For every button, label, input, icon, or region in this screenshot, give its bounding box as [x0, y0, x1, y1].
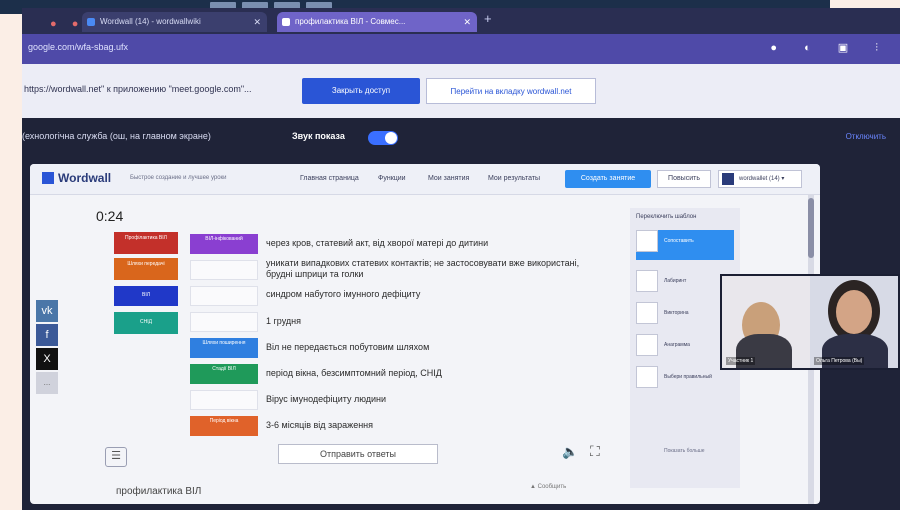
tagline: Быстрое создание и лучшее уроки [130, 175, 227, 181]
match-description: період вікна, безсимптомний період, СНІД [266, 368, 442, 378]
upgrade-button[interactable]: Повысить [657, 170, 711, 188]
close-icon[interactable]: ✕ [253, 12, 261, 32]
extension-icons[interactable]: ● ◐ ▣ ⫶ [770, 41, 890, 55]
show-more-link[interactable]: Показать больше [664, 448, 705, 454]
match-description: уникати випадкових статевих контактів; н… [266, 258, 580, 279]
drag-tile[interactable]: Шляхи передачі [114, 258, 178, 280]
more-share-icon[interactable]: ... [36, 372, 58, 394]
browser-tab-bar: ● ● Wordwall (14) - wordwallwiki ✕ профи… [22, 8, 900, 34]
participant-videos: Участник 1 Ольга Петрова (Вы) [720, 274, 900, 370]
meet-presentation-bar: (ехнологічна служба (ош, на главном экра… [22, 118, 900, 160]
meet-favicon-icon [282, 18, 290, 26]
new-tab-icon[interactable]: + [484, 11, 492, 26]
participant-face [836, 290, 872, 334]
window-controls[interactable]: ● ● [50, 18, 84, 30]
sound-label: Звук показа [292, 131, 345, 141]
participant-tile[interactable]: Участник 1 [722, 276, 810, 368]
panel-heading: Переключить шаблон [636, 214, 697, 220]
vk-share-icon[interactable]: vk [36, 300, 58, 322]
tab-wordwall[interactable]: Wordwall (14) - wordwallwiki ✕ [82, 12, 267, 32]
nav-my-activities[interactable]: Мои занятия [428, 175, 469, 182]
participant-name: Участник 1 [726, 357, 756, 365]
drop-slot[interactable] [190, 286, 258, 306]
template-option[interactable]: Сопоставить [636, 230, 734, 260]
logo-icon [42, 172, 54, 184]
fullscreen-icon[interactable]: ⛶ [590, 443, 600, 460]
x-share-icon[interactable]: X [36, 348, 58, 370]
drop-slot[interactable] [190, 390, 258, 410]
volume-icon[interactable]: 🔈 [562, 444, 578, 460]
match-description: 1 грудня [266, 316, 301, 326]
wordwall-shared-screen: Wordwall Быстрое создание и лучшее уроки… [30, 164, 820, 504]
template-thumbnail [636, 302, 658, 324]
activity-title: профилактика ВІЛ [116, 486, 202, 497]
facebook-share-icon[interactable]: f [36, 324, 58, 346]
template-thumbnail [636, 366, 658, 388]
drag-tile[interactable]: СНІД [114, 312, 178, 334]
drop-slot[interactable]: Стадії ВІЛ [190, 364, 258, 384]
match-description: 3-6 місяців від зараження [266, 420, 374, 430]
share-infobar: https://wordwall.net" к приложению "meet… [22, 64, 900, 118]
tab-meet[interactable]: профилактика ВІЛ - Совмес... ✕ [277, 12, 477, 32]
wordwall-logo[interactable]: Wordwall [42, 171, 111, 185]
drop-slot[interactable] [190, 260, 258, 280]
close-icon[interactable]: ✕ [463, 12, 471, 32]
participant-name: Ольга Петрова (Вы) [814, 357, 865, 365]
address-bar: google.com/wfa-sbag.ufx ● ◐ ▣ ⫶ [22, 34, 900, 64]
match-description: через кров, статевий акт, від хворої мат… [266, 238, 489, 248]
tab-label: профилактика ВІЛ - Совмес... [295, 17, 406, 26]
tab-label: Wordwall (14) - wordwallwiki [100, 17, 201, 26]
avatar [722, 173, 734, 185]
drop-slot[interactable]: Шляхи поширення [190, 338, 258, 358]
template-thumbnail [636, 230, 658, 252]
submit-answers-button[interactable]: Отправить ответы [278, 444, 438, 464]
wordwall-favicon-icon [87, 18, 95, 26]
menu-icon[interactable]: ☰ [105, 447, 127, 467]
toggle-knob [385, 132, 397, 144]
account-menu[interactable]: wordwallet (14) ▾ [718, 170, 802, 188]
wordwall-navbar: Wordwall Быстрое создание и лучшее уроки… [30, 164, 820, 195]
drag-tile[interactable]: Профілактика ВІЛ [114, 232, 178, 254]
match-description: синдром набутого імунного дефіциту [266, 289, 421, 299]
create-activity-button[interactable]: Создать занятие [565, 170, 651, 188]
share-message: https://wordwall.net" к приложению "meet… [24, 84, 252, 94]
template-thumbnail [636, 334, 658, 356]
match-description: Віл не передається побутовим шляхом [266, 342, 430, 352]
match-description: Вірус імунодефіциту людини [266, 394, 387, 404]
drop-slot[interactable]: ВІЛ-інфікований [190, 234, 258, 254]
stop-sharing-button[interactable]: Закрыть доступ [302, 78, 420, 104]
match-game-board: Профілактика ВІЛ Шляхи передачі ВІЛ СНІД… [90, 230, 610, 480]
goto-tab-button[interactable]: Перейти на вкладку wordwall.net [426, 78, 596, 104]
drop-slot[interactable]: Період вікна [190, 416, 258, 436]
report-link[interactable]: ▲ Сообщить [530, 484, 566, 490]
template-thumbnail [636, 270, 658, 292]
presentation-title: (ехнологічна служба (ош, на главном экра… [22, 131, 211, 141]
nav-home[interactable]: Главная страница [300, 175, 359, 182]
social-share-bar: vk f X ... [36, 300, 58, 396]
url-text[interactable]: google.com/wfa-sbag.ufx [28, 42, 128, 52]
game-timer: 0:24 [96, 208, 124, 224]
drop-slot[interactable] [190, 312, 258, 332]
nav-features[interactable]: Функции [378, 175, 406, 182]
drag-tile[interactable]: ВІЛ [114, 286, 178, 306]
nav-my-results[interactable]: Мои результаты [488, 175, 540, 182]
sound-toggle[interactable] [368, 131, 398, 145]
stop-presenting-link[interactable]: Отключить [846, 132, 886, 141]
participant-tile[interactable]: Ольга Петрова (Вы) [810, 276, 898, 368]
template-option[interactable]: Выбери правильный [636, 366, 734, 396]
scrollbar-thumb[interactable] [808, 198, 814, 258]
